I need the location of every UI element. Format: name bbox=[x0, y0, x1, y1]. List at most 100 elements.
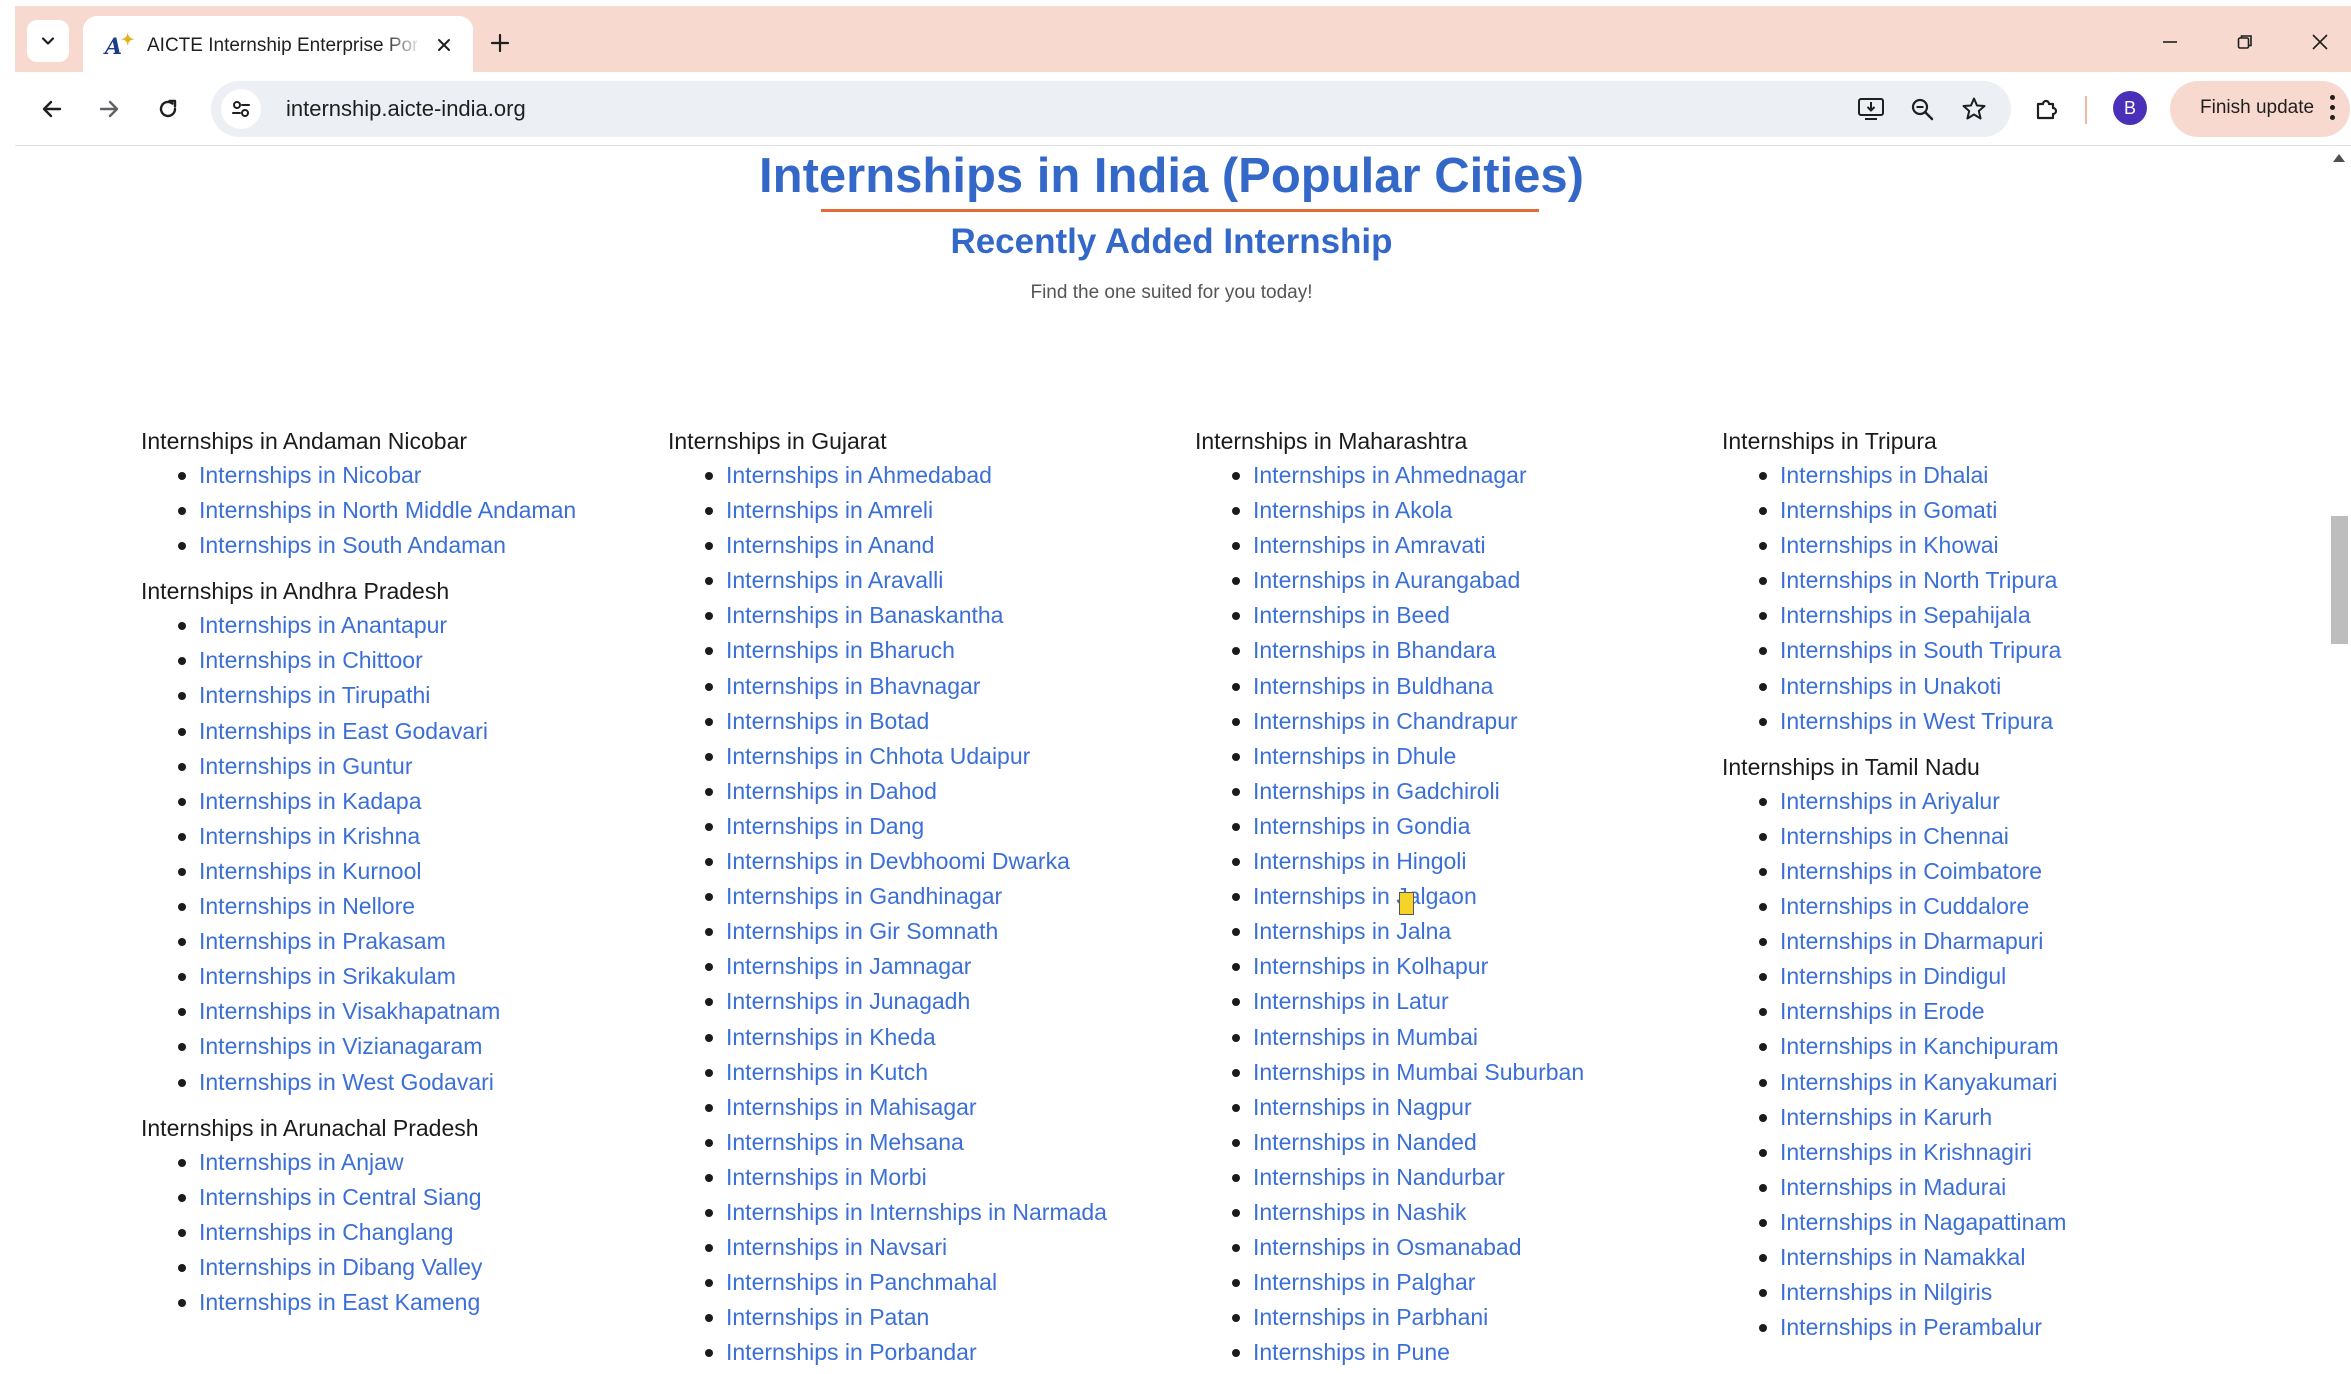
city-internship-link[interactable]: Internships in Nilgiris bbox=[1722, 1275, 2242, 1310]
close-window-button[interactable] bbox=[2300, 24, 2340, 60]
city-internship-link[interactable]: Internships in Gadchiroli bbox=[1195, 774, 1715, 809]
city-internship-link[interactable]: Internships in Amravati bbox=[1195, 528, 1715, 563]
city-internship-link[interactable]: Internships in Dibang Valley bbox=[141, 1250, 661, 1285]
city-internship-link[interactable]: Internships in Mehsana bbox=[668, 1125, 1188, 1160]
city-internship-link[interactable]: Internships in Dahod bbox=[668, 774, 1188, 809]
city-internship-link[interactable]: Internships in North Middle Andaman bbox=[141, 493, 661, 528]
city-internship-link[interactable]: Internships in Khowai bbox=[1722, 528, 2242, 563]
city-internship-link[interactable]: Internships in Jalna bbox=[1195, 914, 1715, 949]
city-internship-link[interactable]: Internships in South Tripura bbox=[1722, 633, 2242, 668]
city-internship-link[interactable]: Internships in Sepahijala bbox=[1722, 598, 2242, 633]
city-internship-link[interactable]: Internships in Kurnool bbox=[141, 854, 661, 889]
back-button[interactable] bbox=[31, 88, 73, 130]
city-internship-link[interactable]: Internships in West Tripura bbox=[1722, 704, 2242, 739]
address-bar[interactable]: internship.aicte-india.org bbox=[211, 81, 2011, 137]
city-internship-link[interactable]: Internships in Parbhani bbox=[1195, 1300, 1715, 1335]
restore-button[interactable] bbox=[2225, 24, 2265, 60]
city-internship-link[interactable]: Internships in Chhota Udaipur bbox=[668, 739, 1188, 774]
city-internship-link[interactable]: Internships in Prakasam bbox=[141, 924, 661, 959]
city-internship-link[interactable]: Internships in South Andaman bbox=[141, 528, 661, 563]
city-internship-link[interactable]: Internships in Pune bbox=[1195, 1335, 1715, 1370]
city-internship-link[interactable]: Internships in Chittoor bbox=[141, 643, 661, 678]
city-internship-link[interactable]: Internships in Beed bbox=[1195, 598, 1715, 633]
city-internship-link[interactable]: Internships in Coimbatore bbox=[1722, 854, 2242, 889]
city-internship-link[interactable]: Internships in Krishnagiri bbox=[1722, 1135, 2242, 1170]
city-internship-link[interactable]: Internships in Guntur bbox=[141, 749, 661, 784]
city-internship-link[interactable]: Internships in Madurai bbox=[1722, 1170, 2242, 1205]
city-internship-link[interactable]: Internships in Nanded bbox=[1195, 1125, 1715, 1160]
city-internship-link[interactable]: Internships in Buldhana bbox=[1195, 669, 1715, 704]
city-internship-link[interactable]: Internships in Nagapattinam bbox=[1722, 1205, 2242, 1240]
city-internship-link[interactable]: Internships in Visakhapatnam bbox=[141, 994, 661, 1029]
city-internship-link[interactable]: Internships in Unakoti bbox=[1722, 669, 2242, 704]
city-internship-link[interactable]: Internships in Dindigul bbox=[1722, 959, 2242, 994]
finish-update-button[interactable]: Finish update bbox=[2170, 81, 2350, 137]
city-internship-link[interactable]: Internships in Kanyakumari bbox=[1722, 1065, 2242, 1100]
scroll-up-arrow-icon[interactable] bbox=[2333, 154, 2345, 162]
city-internship-link[interactable]: Internships in Mahisagar bbox=[668, 1090, 1188, 1125]
city-internship-link[interactable]: Internships in Internships in Narmada bbox=[668, 1195, 1188, 1230]
city-internship-link[interactable]: Internships in Changlang bbox=[141, 1215, 661, 1250]
city-internship-link[interactable]: Internships in Aurangabad bbox=[1195, 563, 1715, 598]
city-internship-link[interactable]: Internships in Central Siang bbox=[141, 1180, 661, 1215]
city-internship-link[interactable]: Internships in Gondia bbox=[1195, 809, 1715, 844]
city-internship-link[interactable]: Internships in Kheda bbox=[668, 1020, 1188, 1055]
city-internship-link[interactable]: Internships in Karurh bbox=[1722, 1100, 2242, 1135]
city-internship-link[interactable]: Internships in Tirupathi bbox=[141, 678, 661, 713]
tab-close-button[interactable] bbox=[429, 30, 459, 60]
page-scrollbar[interactable] bbox=[2328, 146, 2351, 1374]
city-internship-link[interactable]: Internships in Bhandara bbox=[1195, 633, 1715, 668]
city-internship-link[interactable]: Internships in Kolhapur bbox=[1195, 949, 1715, 984]
city-internship-link[interactable]: Internships in Gir Somnath bbox=[668, 914, 1188, 949]
city-internship-link[interactable]: Internships in Bharuch bbox=[668, 633, 1188, 668]
city-internship-link[interactable]: Internships in Aravalli bbox=[668, 563, 1188, 598]
minimize-button[interactable] bbox=[2150, 24, 2190, 60]
city-internship-link[interactable]: Internships in Kutch bbox=[668, 1055, 1188, 1090]
city-internship-link[interactable]: Internships in Junagadh bbox=[668, 984, 1188, 1019]
active-tab[interactable]: A ✦ AICTE Internship Enterprise Portal bbox=[83, 16, 473, 78]
city-internship-link[interactable]: Internships in Nandurbar bbox=[1195, 1160, 1715, 1195]
city-internship-link[interactable]: Internships in Cuddalore bbox=[1722, 889, 2242, 924]
city-internship-link[interactable]: Internships in Amreli bbox=[668, 493, 1188, 528]
city-internship-link[interactable]: Internships in Morbi bbox=[668, 1160, 1188, 1195]
forward-button[interactable] bbox=[88, 88, 130, 130]
city-internship-link[interactable]: Internships in Nellore bbox=[141, 889, 661, 924]
install-app-button[interactable] bbox=[1853, 91, 1889, 127]
city-internship-link[interactable]: Internships in Nicobar bbox=[141, 458, 661, 493]
extensions-button[interactable] bbox=[2026, 88, 2068, 130]
city-internship-link[interactable]: Internships in Patan bbox=[668, 1300, 1188, 1335]
city-internship-link[interactable]: Internships in Chennai bbox=[1722, 819, 2242, 854]
city-internship-link[interactable]: Internships in Nagpur bbox=[1195, 1090, 1715, 1125]
city-internship-link[interactable]: Internships in Gomati bbox=[1722, 493, 2242, 528]
city-internship-link[interactable]: Internships in East Godavari bbox=[141, 714, 661, 749]
reload-button[interactable] bbox=[147, 88, 189, 130]
city-internship-link[interactable]: Internships in Kadapa bbox=[141, 784, 661, 819]
site-info-button[interactable] bbox=[221, 89, 261, 129]
city-internship-link[interactable]: Internships in Banaskantha bbox=[668, 598, 1188, 633]
city-internship-link[interactable]: Internships in Ariyalur bbox=[1722, 784, 2242, 819]
city-internship-link[interactable]: Internships in Osmanabad bbox=[1195, 1230, 1715, 1265]
city-internship-link[interactable]: Internships in Vizianagaram bbox=[141, 1029, 661, 1064]
city-internship-link[interactable]: Internships in North Tripura bbox=[1722, 563, 2242, 598]
scroll-thumb[interactable] bbox=[2331, 516, 2348, 644]
city-internship-link[interactable]: Internships in East Kameng bbox=[141, 1285, 661, 1320]
city-internship-link[interactable]: Internships in Jamnagar bbox=[668, 949, 1188, 984]
city-internship-link[interactable]: Internships in Anjaw bbox=[141, 1145, 661, 1180]
city-internship-link[interactable]: Internships in Latur bbox=[1195, 984, 1715, 1019]
city-internship-link[interactable]: Internships in Chandrapur bbox=[1195, 704, 1715, 739]
city-internship-link[interactable]: Internships in Hingoli bbox=[1195, 844, 1715, 879]
city-internship-link[interactable]: Internships in Mumbai Suburban bbox=[1195, 1055, 1715, 1090]
city-internship-link[interactable]: Internships in Ahmedabad bbox=[668, 458, 1188, 493]
city-internship-link[interactable]: Internships in Akola bbox=[1195, 493, 1715, 528]
city-internship-link[interactable]: Internships in Panchmahal bbox=[668, 1265, 1188, 1300]
city-internship-link[interactable]: Internships in Mumbai bbox=[1195, 1020, 1715, 1055]
bookmark-button[interactable] bbox=[1956, 91, 1992, 127]
city-internship-link[interactable]: Internships in Erode bbox=[1722, 994, 2242, 1029]
city-internship-link[interactable]: Internships in Namakkal bbox=[1722, 1240, 2242, 1275]
tab-search-button[interactable] bbox=[27, 20, 69, 62]
city-internship-link[interactable]: Internships in Palghar bbox=[1195, 1265, 1715, 1300]
city-internship-link[interactable]: Internships in Srikakulam bbox=[141, 959, 661, 994]
city-internship-link[interactable]: Internships in West Godavari bbox=[141, 1065, 661, 1100]
city-internship-link[interactable]: Internships in Ahmednagar bbox=[1195, 458, 1715, 493]
city-internship-link[interactable]: Internships in Devbhoomi Dwarka bbox=[668, 844, 1188, 879]
